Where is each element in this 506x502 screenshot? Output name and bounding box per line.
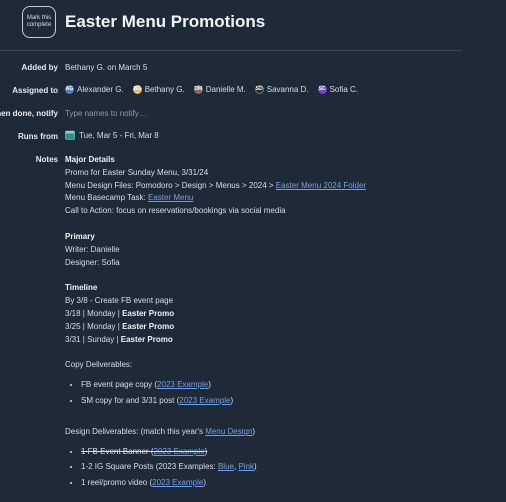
notes-line: Menu Basecamp Task: Easter Menu — [65, 192, 485, 205]
list-item: 1 FB Event Banner (2023 Example) — [81, 444, 485, 460]
avatar: AG — [65, 85, 74, 94]
copy-deliverables-list: FB event page copy (2023 Example) SM cop… — [65, 377, 485, 408]
notes-body: Major Details Promo for Easter Sunday Me… — [65, 154, 485, 490]
notes-heading: Timeline — [65, 283, 98, 293]
notes-line: Menu Design Files: Pomodoro > Design > M… — [65, 180, 485, 193]
notes-text: ) — [208, 380, 211, 390]
notes-line: Promo for Easter Sunday Menu, 3/31/24 — [65, 167, 209, 177]
notes-line: Call to Action: focus on reservations/bo… — [65, 206, 286, 216]
blue-example-link[interactable]: Blue — [218, 462, 234, 471]
notes-text: 3/25 | Monday | — [65, 321, 123, 331]
notes-text: 1 FB Event Banner ( — [81, 446, 154, 456]
notes-bold: Easter Promo — [120, 334, 173, 344]
avatar: SD — [254, 85, 264, 94]
notes-text: FB event page copy ( — [81, 380, 158, 390]
example-link[interactable]: 2023 Example — [152, 478, 203, 487]
list-item: 1 reel/promo video (2023 Example) — [81, 475, 485, 491]
notes-text: ) — [252, 427, 256, 437]
header-divider — [0, 50, 462, 51]
design-deliverables-list: 1 FB Event Banner (2023 Example) 1-2 IG … — [65, 444, 485, 491]
notes-heading: Copy Deliverables: — [65, 360, 133, 370]
notes-bold: Easter Promo — [122, 321, 175, 331]
assignee-name: Bethany G. — [144, 85, 185, 94]
avatar: SC — [317, 85, 327, 94]
assignee[interactable]: SD Savanna D. — [254, 85, 309, 94]
menu-design-link[interactable]: Menu Design — [205, 427, 252, 436]
assignee-name: Danielle M. — [205, 85, 246, 94]
assignee-name: Savanna D. — [266, 85, 309, 94]
notes-text: Menu Basecamp Task: — [65, 193, 149, 203]
notes-text: 1 reel/promo video ( — [81, 477, 153, 487]
notes-heading: Major Details — [65, 155, 115, 164]
notes-text: 3/18 | Monday | — [65, 308, 123, 318]
notes-line: Designer: Sofia — [65, 257, 120, 267]
assignee-list[interactable]: AG Alexander G. BG Bethany G. DM Daniell… — [65, 85, 358, 94]
assignee[interactable]: AG Alexander G. — [65, 85, 124, 94]
notes-text: Design Deliverables: (match this year's — [65, 427, 206, 437]
list-item: SM copy for and 3/31 post (2023 Example) — [81, 393, 485, 409]
assignee[interactable]: BG Bethany G. — [132, 85, 185, 94]
runs-from-text: Tue, Mar 5 - Fri, Mar 8 — [79, 130, 159, 140]
notes-line: Writer: Danielle — [65, 244, 120, 254]
example-link[interactable]: 2023 Example — [157, 380, 208, 389]
mark-complete-button[interactable]: Mark this complete — [22, 6, 56, 38]
list-item: FB event page copy (2023 Example) — [81, 377, 485, 393]
notes-text: ) — [203, 477, 206, 487]
notes-line: 3/18 | Monday | Easter Promo — [65, 308, 485, 321]
design-folder-link[interactable]: Easter Menu 2024 Folder — [276, 181, 366, 190]
todo-header: Mark this complete Easter Menu Promotion… — [0, 0, 506, 52]
assignee-name: Alexander G. — [77, 85, 124, 94]
notes-text: 3/31 | Sunday | — [65, 334, 121, 344]
assigned-to-label: Assigned to — [12, 86, 58, 95]
notes-bold: Easter Promo — [122, 308, 175, 318]
list-item: 1-2 IG Square Posts (2023 Examples: Blue… — [81, 459, 485, 475]
notes-text: Menu Design Files: Pomodoro > Design > M… — [65, 180, 276, 190]
runs-from-value[interactable]: Tue, Mar 5 - Fri, Mar 8 — [65, 130, 159, 140]
notes-text: ) — [230, 395, 234, 405]
assignee[interactable]: SC Sofia C. — [317, 85, 359, 94]
assignee-name: Sofia C. — [329, 85, 359, 94]
notes-line: 3/25 | Monday | Easter Promo — [65, 321, 485, 334]
calendar-icon — [65, 130, 75, 140]
avatar: DM — [193, 85, 203, 94]
assignee[interactable]: DM Danielle M. — [193, 85, 246, 94]
notify-label: When done, notify — [0, 109, 58, 118]
notes-text: ) — [254, 462, 257, 472]
example-link[interactable]: 2023 Example — [179, 396, 230, 405]
example-link[interactable]: 2023 Example — [153, 447, 204, 456]
notes-text: 1-2 IG Square Posts (2023 Examples: — [81, 462, 218, 472]
avatar: BG — [132, 85, 142, 94]
notes-label: Notes — [35, 155, 58, 164]
notes-heading: Design Deliverables: (match this year's … — [65, 426, 485, 439]
todo-detail-page: Mark this complete Easter Menu Promotion… — [0, 0, 506, 502]
basecamp-task-link[interactable]: Easter Menu — [148, 193, 193, 202]
notes-line: By 3/8 - Create FB event page — [65, 296, 174, 306]
added-by-label: Added by — [21, 63, 58, 72]
notes-heading: Primary — [65, 231, 95, 241]
page-title: Easter Menu Promotions — [65, 12, 266, 31]
runs-from-label: Runs from — [18, 132, 58, 141]
added-by-value: Bethany G. on March 5 — [65, 63, 148, 72]
notify-input[interactable]: Type names to notify… — [65, 109, 147, 118]
pink-example-link[interactable]: Pink — [238, 462, 254, 471]
notes-text: SM copy for and 3/31 post ( — [81, 395, 180, 405]
notes-line: 3/31 | Sunday | Easter Promo — [65, 334, 485, 347]
notes-text: ) — [204, 446, 208, 456]
